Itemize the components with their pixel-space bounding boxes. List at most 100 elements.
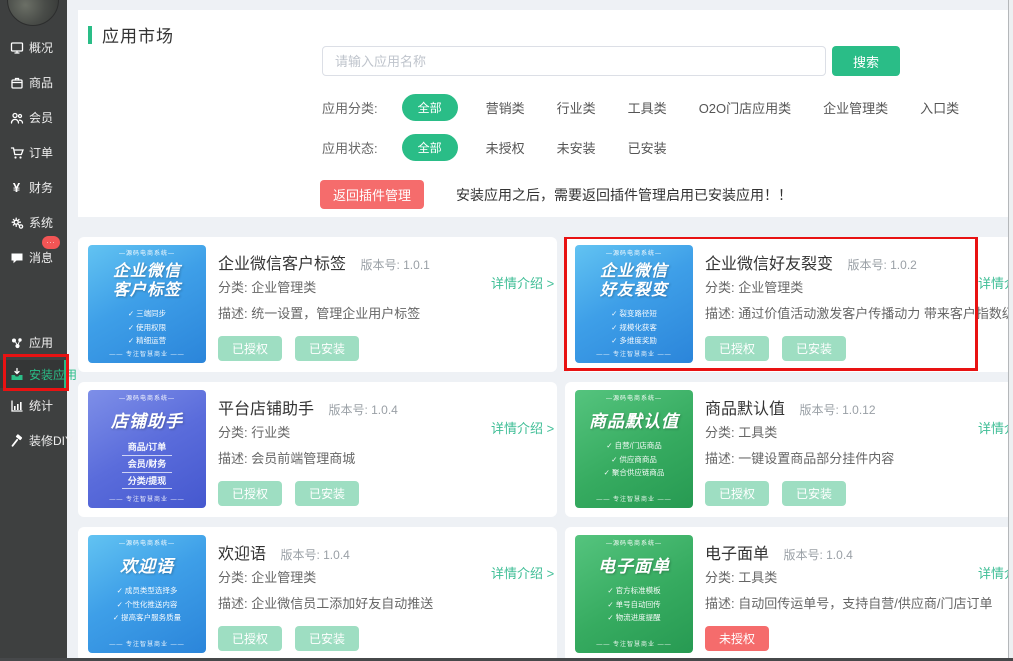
app-icon-footer: —— 专注智慧商业 —— [596, 494, 671, 503]
hammer-icon [9, 433, 24, 448]
app-description: 描述: 通过价值活动激发客户传播动力 带来客户指数级新增 [705, 303, 1008, 322]
sidebar-main-group: 概况商品会员订单¥财务系统消息... [0, 30, 67, 275]
app-description: 描述: 企业微信员工添加好友自动推送 [218, 593, 433, 612]
sidebar-item-overview[interactable]: 概况 [0, 30, 67, 65]
sidebar-item-statistics[interactable]: 统计 [0, 388, 67, 423]
detail-link[interactable]: 详情介绍 > [978, 418, 1008, 437]
status-tag-authorized[interactable]: 已授权 [218, 336, 282, 361]
sidebar-item-members[interactable]: 会员 [0, 100, 67, 135]
app-name: 欢迎语 [218, 546, 266, 563]
sidebar-item-install-apps[interactable]: 安装应用 [0, 360, 67, 388]
chat-icon [9, 250, 24, 265]
sidebar-item-apps[interactable]: 应用 [0, 325, 67, 360]
status-tag-installed[interactable]: 已安装 [782, 336, 846, 361]
status-filter-items: 全部 未授权 未安装 已安装 [402, 134, 699, 161]
sidebar-item-goods[interactable]: 商品 [0, 65, 67, 100]
category-option[interactable]: 全部 [402, 94, 458, 121]
sidebar-item-orders[interactable]: 订单 [0, 135, 67, 170]
status-tag-unauthorized[interactable]: 未授权 [705, 626, 769, 651]
app-status-tags: 已授权已安装 [705, 336, 859, 361]
app-version: 版本号: 1.0.1 [360, 258, 429, 272]
status-filter-label: 应用状态: [322, 138, 378, 157]
app-card: —源码电商系统— 店铺助手 商品/订单会员/财务分类/提现 —— 专注智慧商业 … [78, 382, 557, 517]
chart-icon [9, 398, 24, 413]
category-option[interactable]: O2O门店应用类 [699, 98, 791, 117]
app-icon-title: 企业微信好友裂变 [600, 262, 668, 300]
sidebar-item-label: 统计 [29, 397, 53, 414]
status-tag-authorized[interactable]: 已授权 [705, 481, 769, 506]
app-icon-tile: —源码电商系统— 欢迎语 ✓ 成员类型选择多✓ 个性化推送内容✓ 提高客户服务质… [88, 535, 206, 653]
app-status-tags: 已授权已安装 [705, 481, 859, 506]
app-icon-bullets: ✓ 自营/门店商品✓ 供应商商品✓ 聚合供应链商品 [604, 439, 665, 480]
app-category: 分类: 企业管理类 [218, 277, 316, 296]
app-description: 描述: 一键设置商品部分挂件内容 [705, 448, 894, 467]
sidebar-item-messages[interactable]: 消息... [0, 240, 67, 275]
status-tag-authorized[interactable]: 已授权 [218, 626, 282, 651]
app-icon-bullets: ✓ 三端同步✓ 使用权限✓ 精细运营 [128, 307, 166, 348]
app-name: 电子面单 [705, 546, 769, 563]
notice-row: 返回插件管理 安装应用之后，需要返回插件管理启用已安装应用！！ [320, 180, 792, 209]
app-icon-footer: —— 专注智慧商业 —— [109, 494, 184, 503]
status-option[interactable]: 已安装 [628, 138, 667, 157]
search-row: 搜索 [322, 46, 900, 76]
detail-link[interactable]: 详情介绍 > [491, 273, 554, 292]
app-card-head: 商品默认值 版本号: 1.0.12 [705, 395, 876, 419]
app-description: 描述: 自动回传运单号，支持自营/供应商/门店订单 [705, 593, 992, 612]
app-category: 分类: 行业类 [218, 422, 290, 441]
app-card: —源码电商系统— 企业微信客户标签 ✓ 三端同步✓ 使用权限✓ 精细运营 —— … [78, 237, 557, 372]
sidebar-item-decorate-diy[interactable]: 装修DIY [0, 423, 67, 458]
app-status-tags: 已授权已安装 [218, 481, 372, 506]
sidebar-item-finance[interactable]: ¥财务 [0, 170, 67, 205]
vertical-scrollbar[interactable] [1008, 0, 1013, 661]
detail-link[interactable]: 详情介绍 > [978, 563, 1008, 582]
install-icon [9, 367, 24, 382]
app-status-tags: 已授权已安装 [218, 626, 372, 651]
sidebar-nav: 概况商品会员订单¥财务系统消息... 应用安装应用统计装修DIY [0, 30, 67, 458]
apps-icon [9, 335, 24, 350]
status-tag-authorized[interactable]: 已授权 [705, 336, 769, 361]
app-version: 版本号: 1.0.12 [799, 403, 875, 417]
app-icon-title: 企业微信客户标签 [113, 262, 181, 300]
category-option[interactable]: 行业类 [557, 98, 596, 117]
category-option[interactable]: 企业管理类 [823, 98, 888, 117]
sidebar-item-system[interactable]: 系统 [0, 205, 67, 240]
category-option[interactable]: 工具类 [628, 98, 667, 117]
status-option[interactable]: 未安装 [557, 138, 596, 157]
status-tag-installed[interactable]: 已安装 [782, 481, 846, 506]
app-icon-tile: —源码电商系统— 店铺助手 商品/订单会员/财务分类/提现 —— 专注智慧商业 … [88, 390, 206, 508]
app-icon-footer: —— 专注智慧商业 —— [109, 349, 184, 358]
status-tag-installed[interactable]: 已安装 [295, 626, 359, 651]
status-option[interactable]: 全部 [402, 134, 458, 161]
status-tag-installed[interactable]: 已安装 [295, 481, 359, 506]
app-icon-title: 欢迎语 [120, 557, 174, 577]
search-button[interactable]: 搜索 [832, 46, 900, 76]
search-input[interactable] [322, 46, 826, 76]
sidebar-item-label: 财务 [29, 179, 53, 196]
app-icon-banner: —源码电商系统— [606, 541, 662, 547]
status-tag-authorized[interactable]: 已授权 [218, 481, 282, 506]
user-avatar[interactable] [7, 0, 59, 26]
app-icon-banner: —源码电商系统— [119, 251, 175, 257]
detail-link[interactable]: 详情介绍 > [978, 273, 1008, 292]
detail-link[interactable]: 详情介绍 > [491, 418, 554, 437]
sidebar-item-label: 应用 [29, 334, 53, 351]
app-description: 描述: 会员前端管理商城 [218, 448, 355, 467]
cart-icon [9, 145, 24, 160]
back-to-plugins-button[interactable]: 返回插件管理 [320, 180, 424, 209]
members-icon [9, 110, 24, 125]
app-icon-banner: —源码电商系统— [606, 396, 662, 402]
app-icon-footer: —— 专注智慧商业 —— [109, 639, 184, 648]
app-category: 分类: 企业管理类 [218, 567, 316, 586]
status-tag-installed[interactable]: 已安装 [295, 336, 359, 361]
status-option[interactable]: 未授权 [486, 138, 525, 157]
app-description: 描述: 统一设置，管理企业用户标签 [218, 303, 420, 322]
category-option[interactable]: 营销类 [486, 98, 525, 117]
detail-link[interactable]: 详情介绍 > [491, 563, 554, 582]
app-name: 商品默认值 [705, 401, 785, 418]
app-icon-bullets: ✓ 裂变路径短✓ 规模化获客✓ 多维度奖励 [611, 307, 657, 348]
goods-icon [9, 75, 24, 90]
title-accent-bar [88, 26, 92, 44]
category-option[interactable]: 入口类 [920, 98, 959, 117]
page-title-block: 应用市场 [88, 22, 174, 47]
dashboard-icon [9, 40, 24, 55]
